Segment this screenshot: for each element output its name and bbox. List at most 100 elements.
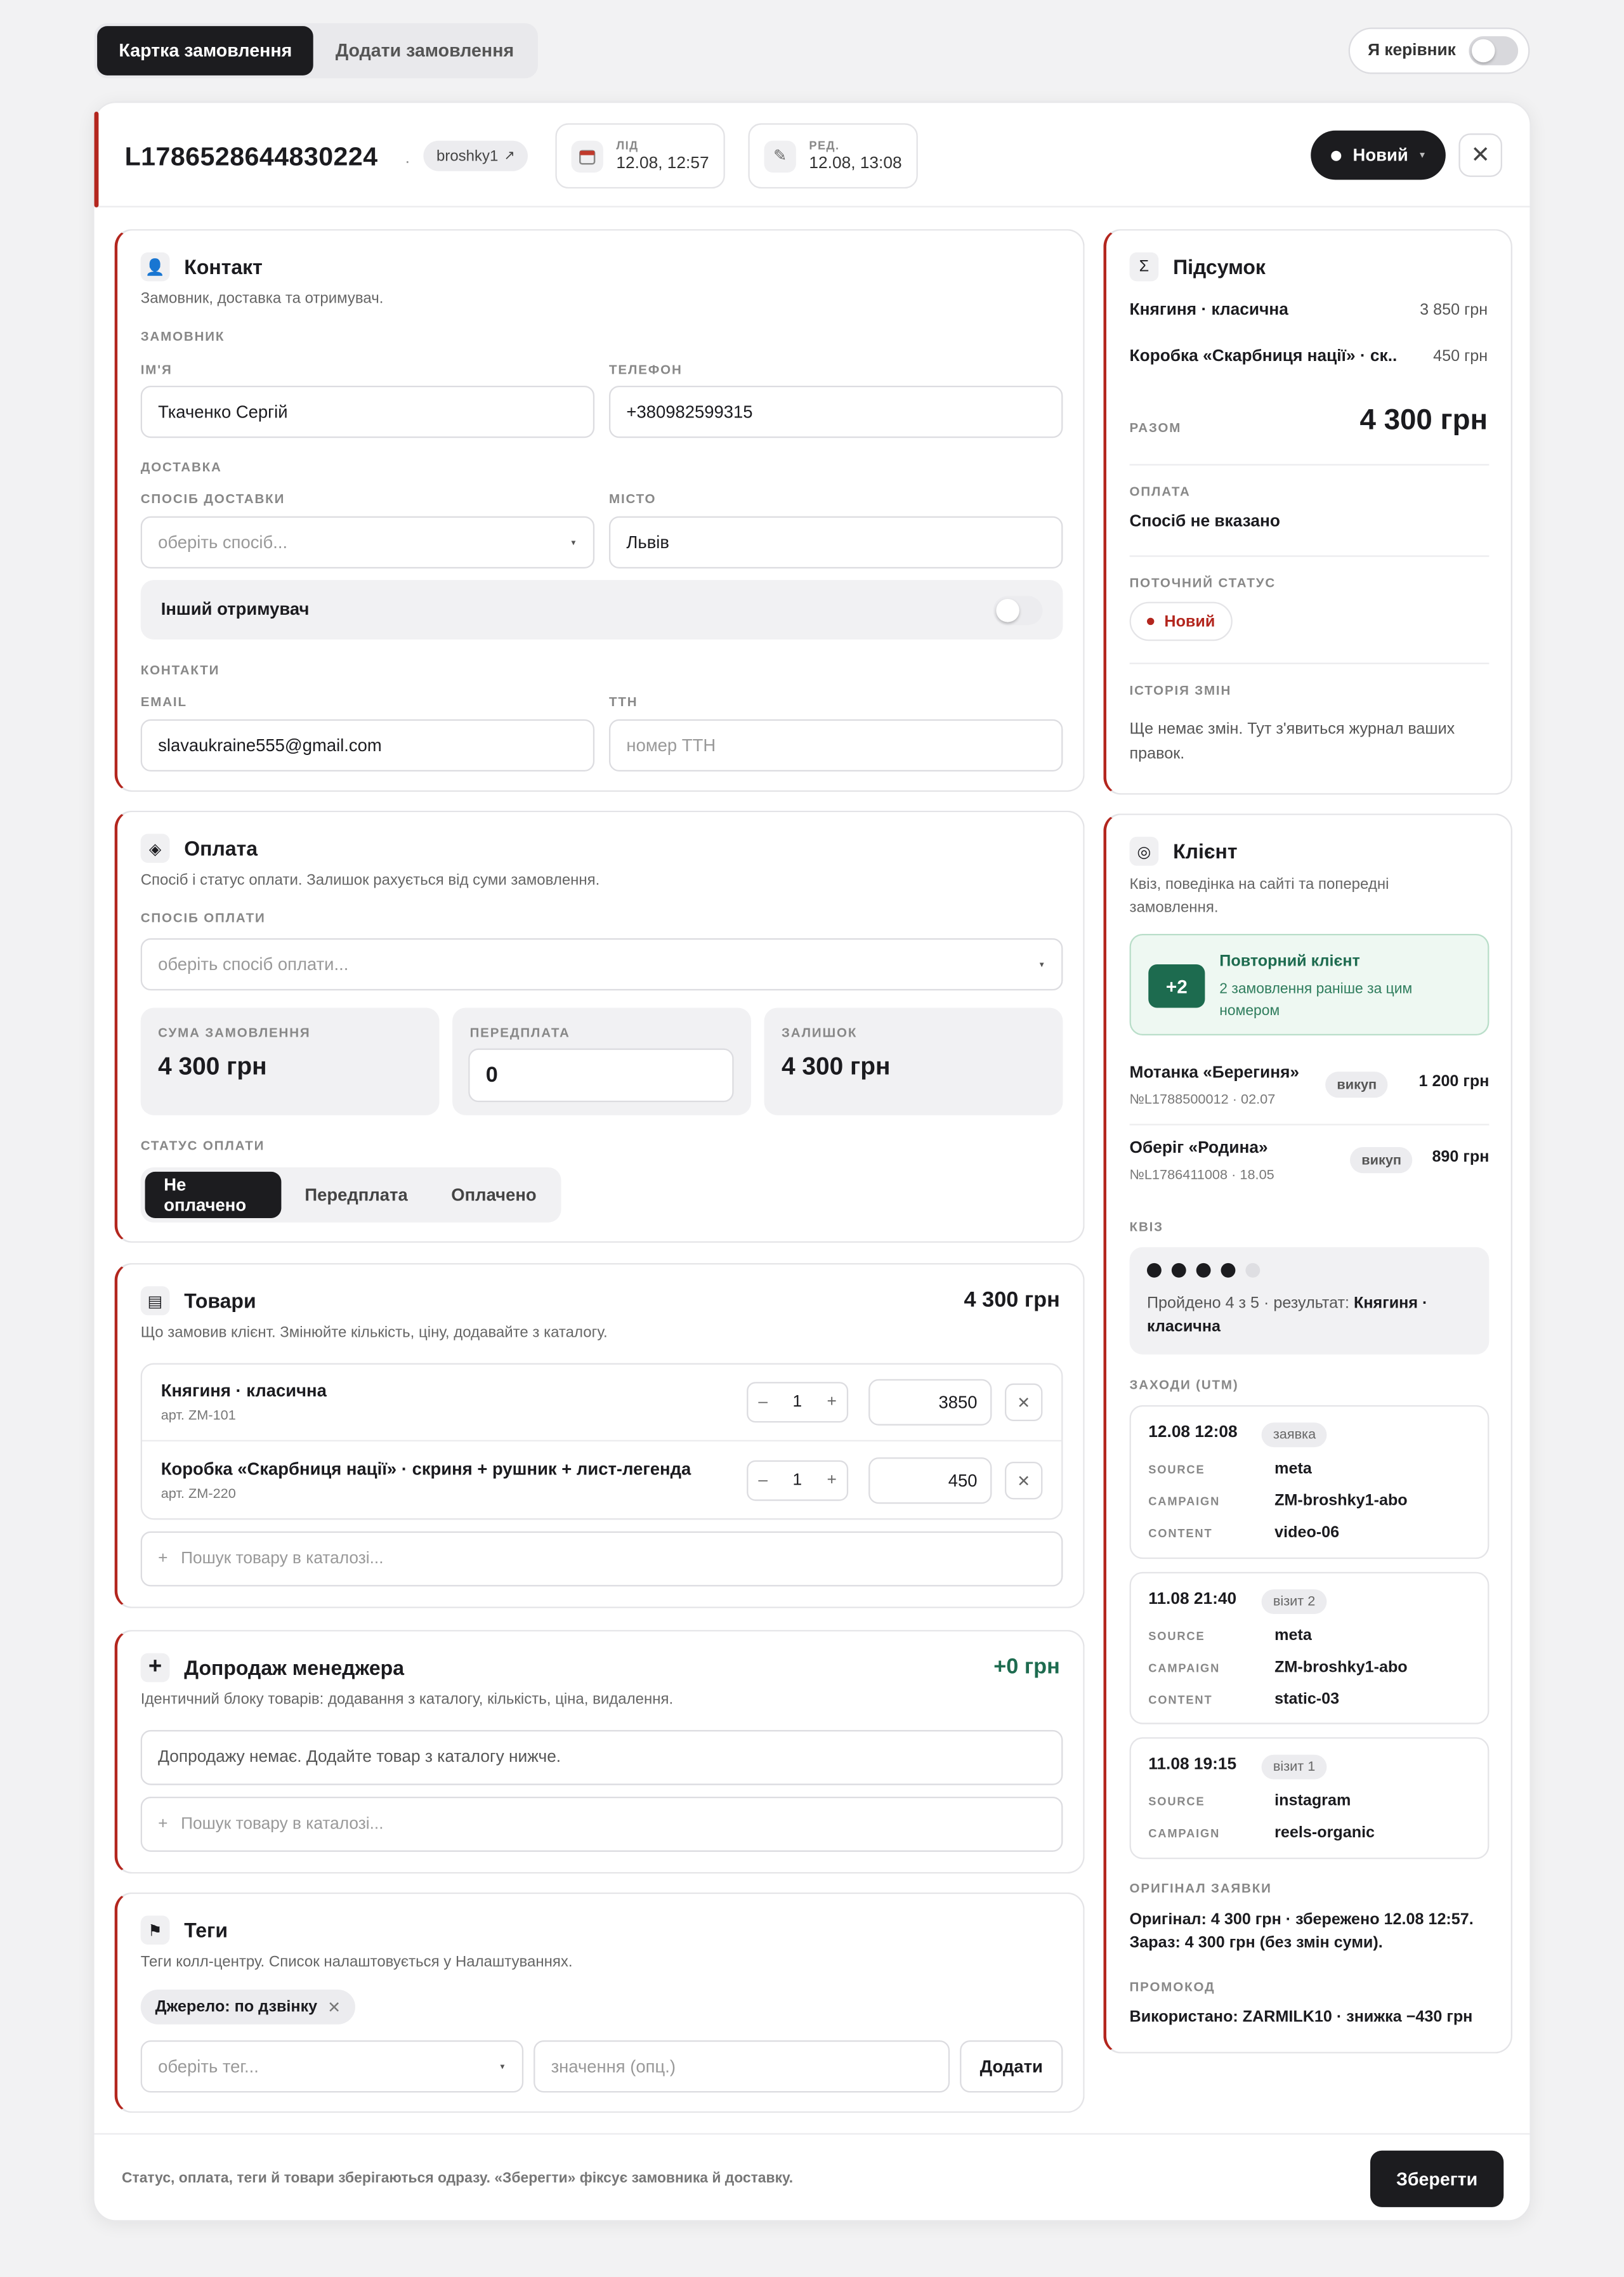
delivery-method-placeholder: оберіть спосіб... bbox=[158, 532, 288, 553]
utm-key: SOURCE bbox=[1148, 1630, 1205, 1643]
history-text: Ще немає змін. Тут з'явиться журнал ваши… bbox=[1129, 720, 1455, 763]
order-id: L1786528644830224 bbox=[124, 141, 378, 171]
tab-order-card[interactable]: Картка замовлення bbox=[97, 26, 314, 75]
price-input[interactable]: 3850 bbox=[868, 1379, 992, 1426]
list-item: Княгиня · класична арт. ZM-101 –1 + 3850 … bbox=[141, 1365, 1062, 1441]
add-tag-button[interactable]: Додати bbox=[960, 2040, 1063, 2093]
tab-add-order[interactable]: Додати замовлення bbox=[314, 26, 536, 75]
quiz-label: КВІЗ bbox=[1129, 1219, 1163, 1235]
save-button[interactable]: Зберегти bbox=[1370, 2150, 1504, 2207]
other-recipient-row[interactable]: Інший отримувач bbox=[140, 580, 1063, 640]
manager-toggle[interactable]: Я керівник bbox=[1349, 27, 1530, 74]
utm-tag: візит 2 bbox=[1261, 1589, 1327, 1614]
name-input[interactable]: Ткаченко Сергій bbox=[140, 385, 595, 438]
repeat-title: Повторний клієнт bbox=[1219, 952, 1360, 971]
utm-value: reels-organic bbox=[1274, 1824, 1375, 1842]
top-bar: Картка замовлення Додати замовлення Я ке… bbox=[94, 23, 1530, 79]
plus-icon[interactable]: + bbox=[827, 1394, 836, 1411]
order-header: L1786528644830224 · broshky1 ↗ ЛІД 12.08, … bbox=[94, 103, 1530, 207]
summary-total-label: РАЗОМ bbox=[1129, 420, 1182, 435]
repeat-client-box: +2 Повторний клієнт 2 замовлення раніше … bbox=[1129, 933, 1490, 1035]
goods-title: Товари bbox=[184, 1289, 256, 1313]
delivery-method-select[interactable]: оберіть спосіб... ▾ bbox=[140, 516, 595, 568]
utm-time: 11.08 21:40 bbox=[1148, 1591, 1237, 1608]
item-name: Княгиня · класична bbox=[160, 1380, 327, 1401]
ttn-input[interactable]: номер ТТН bbox=[608, 719, 1063, 771]
box-icon: ▤ bbox=[140, 1286, 170, 1316]
prepay-label: ПЕРЕДПЛАТА bbox=[469, 1025, 570, 1040]
utm-value: instagram bbox=[1274, 1792, 1351, 1810]
order-sum-value: 4 300 грн bbox=[158, 1053, 267, 1080]
utm-key: CAMPAIGN bbox=[1148, 1827, 1221, 1841]
minus-icon[interactable]: – bbox=[758, 1394, 768, 1411]
order-sum-label: СУМА ЗАМОВЛЕННЯ bbox=[158, 1025, 311, 1040]
close-button[interactable]: ✕ bbox=[1458, 133, 1502, 177]
sigma-icon: Σ bbox=[1129, 252, 1159, 282]
prev-order-name: Оберіг «Родина» bbox=[1129, 1139, 1268, 1157]
quantity-value: 1 bbox=[792, 1393, 802, 1411]
utm-key: SOURCE bbox=[1148, 1463, 1205, 1476]
manager-switch[interactable] bbox=[1469, 36, 1519, 65]
remove-item-button[interactable]: ✕ bbox=[1004, 1461, 1043, 1500]
phone-input[interactable]: +380982599315 bbox=[608, 385, 1063, 438]
payment-status-segmented: Не оплачено Передплата Оплачено bbox=[140, 1167, 561, 1223]
name-label: ІМ'Я bbox=[140, 362, 173, 377]
prev-order-meta: №L1788500012 · 02.07 bbox=[1129, 1092, 1276, 1108]
utm-tag: візит 1 bbox=[1261, 1754, 1327, 1780]
payment-method-select[interactable]: оберіть спосіб оплати... ▾ bbox=[140, 938, 1063, 991]
lead-date-box: ЛІД 12.08, 12:57 bbox=[555, 123, 725, 189]
city-label: МІСТО bbox=[608, 491, 657, 506]
tag-value-input[interactable]: значення (опц.) bbox=[534, 2040, 950, 2093]
list-item[interactable]: Мотанка «Берегиня» №L1788500012 · 02.07 … bbox=[1129, 1061, 1490, 1125]
history-label: ІСТОРІЯ ЗМІН bbox=[1129, 683, 1232, 698]
target-icon: ◎ bbox=[1129, 836, 1159, 866]
payment-status-unpaid[interactable]: Не оплачено bbox=[145, 1171, 282, 1218]
payment-section: ◈ Оплата Спосіб і статус оплати. Залишок… bbox=[114, 810, 1085, 1243]
utm-key: CONTENT bbox=[1148, 1526, 1213, 1540]
other-recipient-switch[interactable] bbox=[993, 596, 1043, 626]
summary-payment-label: ОПЛАТА bbox=[1129, 484, 1191, 499]
client-title: Клієнт bbox=[1173, 839, 1238, 863]
edit-label: РЕД. bbox=[809, 139, 840, 152]
quiz-dot bbox=[1221, 1263, 1236, 1278]
contact-title: Контакт bbox=[184, 255, 263, 279]
email-input[interactable]: slavaukraine555@gmail.com bbox=[140, 719, 595, 771]
city-input[interactable]: Львів bbox=[608, 516, 1063, 568]
footer: Статус, оплата, теги й товари зберігають… bbox=[94, 2133, 1530, 2221]
quiz-progress-dots bbox=[1146, 1263, 1261, 1278]
utm-card: 12.08 12:08 заявка SOURCE meta CAMPAIGN … bbox=[1129, 1405, 1490, 1559]
pencil-icon: ✎ bbox=[764, 140, 796, 172]
source-chip-link[interactable]: broshky1 ↗ bbox=[423, 140, 528, 171]
goods-search-placeholder: Пошук товару в каталозі... bbox=[181, 1550, 384, 1568]
utm-key: CONTENT bbox=[1148, 1693, 1213, 1707]
delivery-group-label: ДОСТАВКА bbox=[140, 459, 222, 475]
utm-tag: заявка bbox=[1261, 1422, 1328, 1448]
payment-status-prepaid[interactable]: Передплата bbox=[282, 1172, 431, 1218]
tags-section: ⚑ Теги Теги колл-центру. Список налаштов… bbox=[114, 1892, 1085, 2113]
upsell-search-input[interactable]: + Пошук товару в каталозі... bbox=[140, 1796, 1063, 1852]
close-icon[interactable]: ✕ bbox=[327, 1998, 341, 2016]
prev-order-badge: викуп bbox=[1325, 1072, 1389, 1098]
utm-value: static-03 bbox=[1274, 1691, 1340, 1709]
status-dropdown[interactable]: Новий ▾ bbox=[1311, 130, 1446, 180]
rest-box: ЗАЛИШОК 4 300 грн bbox=[764, 1007, 1063, 1115]
upsell-section: + Допродаж менеджера +0 грн Ідентичний б… bbox=[114, 1630, 1085, 1874]
status-badge-label: Новий bbox=[1164, 612, 1215, 631]
upsell-search-placeholder: Пошук товару в каталозі... bbox=[181, 1815, 384, 1834]
minus-icon[interactable]: – bbox=[758, 1472, 768, 1489]
tag-select[interactable]: оберіть тег... ▾ bbox=[140, 2040, 524, 2093]
plus-icon: + bbox=[158, 1815, 168, 1834]
remove-item-button[interactable]: ✕ bbox=[1004, 1383, 1043, 1421]
price-input[interactable]: 450 bbox=[868, 1457, 992, 1504]
accent-bar bbox=[94, 111, 99, 207]
prepay-input[interactable]: 0 bbox=[468, 1048, 734, 1103]
list-item[interactable]: Оберіг «Родина» №L1786411008 · 18.05 вик… bbox=[1130, 1137, 1490, 1201]
payment-status-paid[interactable]: Оплачено bbox=[431, 1172, 556, 1218]
plus-icon[interactable]: + bbox=[827, 1472, 836, 1489]
edit-date-box: ✎ РЕД. 12.08, 13:08 bbox=[748, 123, 918, 189]
quantity-value: 1 bbox=[792, 1471, 802, 1490]
goods-search-input[interactable]: + Пошук товару в каталозі... bbox=[140, 1531, 1063, 1587]
summary-line-name: Коробка «Скарбниця нації» · ск... bbox=[1129, 348, 1398, 365]
summary-title: Підсумок bbox=[1173, 255, 1266, 279]
upsell-subtitle: Ідентичний блоку товарів: додавання з ка… bbox=[140, 1691, 674, 1709]
